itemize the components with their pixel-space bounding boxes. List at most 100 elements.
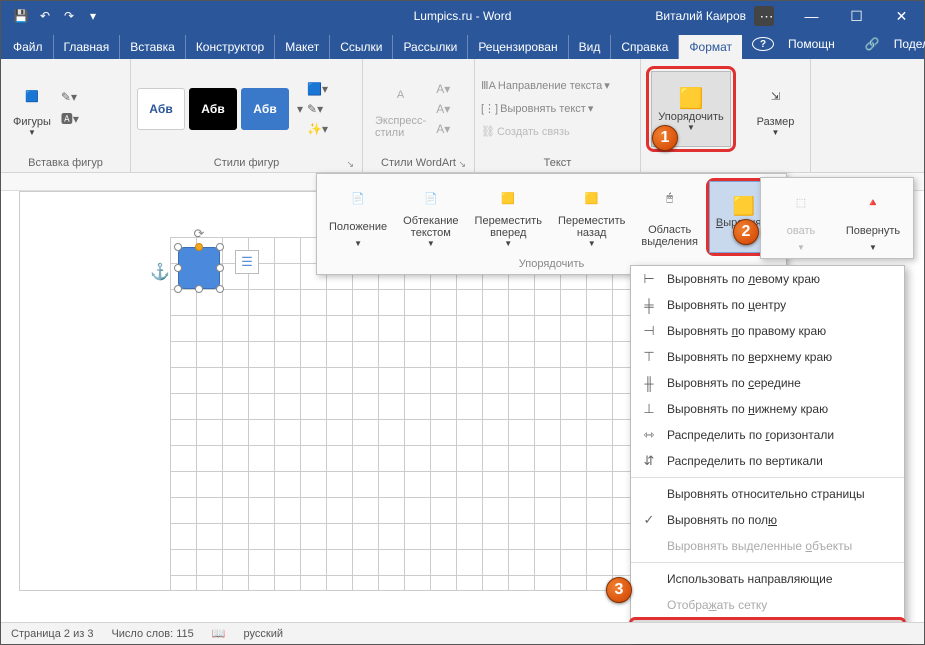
group-text: Текст [481, 154, 634, 172]
ribbon-options-icon[interactable]: ⋯ [744, 1, 789, 31]
proofing-icon[interactable]: 📖 [212, 627, 226, 640]
tab-insert[interactable]: Вставка [120, 35, 186, 59]
size-icon: ⇲ [760, 80, 792, 112]
align-to-page-item[interactable]: Выровнять относительно страницы [631, 481, 904, 507]
wrap-text-button[interactable]: 📄 Обтекание текстом▼ [395, 178, 466, 250]
annotation-badge-2: 2 [733, 219, 759, 245]
group-shape-styles: Стили фигур↘ [137, 154, 356, 172]
resize-handle[interactable] [174, 285, 182, 293]
selection-pane-icon: 🖱 [654, 182, 686, 214]
share-button[interactable]: 🔗 Поделиться [855, 29, 925, 59]
maximize-icon[interactable]: ☐ [834, 1, 879, 31]
text-outline-icon: A▾ [436, 102, 450, 116]
layout-options-icon: ☰ [241, 254, 253, 270]
text-fill-icon: A▾ [436, 82, 450, 96]
dialog-launcher-icon[interactable]: ↘ [458, 159, 466, 170]
resize-handle[interactable] [216, 285, 224, 293]
align-bottom-icon: ⊥ [641, 401, 657, 417]
bring-forward-button[interactable]: 🟨 Переместить вперед▼ [467, 178, 550, 250]
align-top-icon: ⊤ [641, 349, 657, 365]
style-swatch-3[interactable]: Aбв [241, 88, 289, 130]
align-right-item[interactable]: ⊣Выровнять по правому краю [631, 318, 904, 344]
selected-shape[interactable]: ⟳ [178, 247, 220, 289]
anchor-icon[interactable]: ⚓ [150, 262, 170, 282]
wordart-icon: A [385, 79, 417, 111]
align-submenu: ⊢Выровнять по левому краюВыровнять по ле… [630, 265, 905, 642]
resize-handle[interactable] [216, 264, 224, 272]
tab-review[interactable]: Рецензирован [468, 35, 568, 59]
group-insert-shapes: Вставка фигур [7, 154, 124, 172]
text-effects-icon: A▾ [436, 122, 450, 136]
align-left-icon: ⊢ [641, 271, 657, 287]
ribbon-tabs: Файл Главная Вставка Конструктор Макет С… [1, 31, 924, 59]
resize-handle[interactable] [216, 243, 224, 251]
page-indicator[interactable]: Страница 2 из 3 [11, 628, 93, 640]
align-to-margin-item[interactable]: ✓Выровнять по полю [631, 507, 904, 533]
send-backward-button[interactable]: 🟨 Переместить назад▼ [550, 178, 633, 250]
window-controls: ⋯ — ☐ ✕ [744, 1, 924, 31]
group-wordart-styles: Стили WordArt↘ [369, 154, 468, 172]
tell-me[interactable]: ?Помощн [742, 29, 855, 59]
distribute-horizontal-item[interactable]: ⇿Распределить по горизонтали [631, 422, 904, 448]
ribbon: 🟦 Фигуры▼ ✎▾ 🅰▾ Вставка фигур Aбв Aбв Aб… [1, 59, 924, 173]
user-name: Виталий Каиров [655, 9, 746, 23]
shape-adjust-handle[interactable] [195, 243, 203, 251]
style-swatch-1[interactable]: Aбв [137, 88, 185, 130]
tab-file[interactable]: Файл [3, 35, 54, 59]
align-left-item[interactable]: ⊢Выровнять по левому краюВыровнять по ле… [631, 266, 904, 292]
edit-shape-icon[interactable]: ✎▾ [61, 90, 79, 104]
window-title: Lumpics.ru - Word [414, 9, 512, 23]
selection-pane-button[interactable]: 🖱 Область выделения [633, 178, 706, 250]
gallery-more-icon[interactable]: ▾ [297, 102, 303, 116]
tab-mailings[interactable]: Рассылки [393, 35, 468, 59]
show-grid-item[interactable]: Отображать сетку [631, 592, 904, 618]
group-icon: ⬚ [785, 186, 817, 218]
align-bottom-item[interactable]: ⊥Выровнять по нижнему краю [631, 396, 904, 422]
undo-icon[interactable]: ↶ [33, 4, 57, 28]
rotate-handle-icon[interactable]: ⟳ [194, 226, 205, 242]
shape-outline-icon[interactable]: ✎▾ [307, 102, 328, 116]
resize-handle[interactable] [174, 264, 182, 272]
align-text-button[interactable]: [⋮] Выровнять текст ▾ [481, 102, 610, 115]
word-count[interactable]: Число слов: 115 [111, 628, 193, 640]
distribute-vertical-item[interactable]: ⇵Распределить по вертикали [631, 448, 904, 474]
tab-references[interactable]: Ссылки [330, 35, 393, 59]
align-right-icon: ⊣ [641, 323, 657, 339]
shape-effects-icon[interactable]: ✨▾ [307, 122, 328, 136]
align-top-item[interactable]: ⊤Выровнять по верхнему краю [631, 344, 904, 370]
help-icon: ? [752, 37, 774, 51]
style-swatch-2[interactable]: Aбв [189, 88, 237, 130]
text-direction-button[interactable]: ⅢA Направление текста ▾ [481, 79, 610, 92]
use-guides-item[interactable]: Использовать направляющие [631, 566, 904, 592]
save-icon[interactable]: 💾 [9, 4, 33, 28]
align-selected-item: Выровнять выделенные объекты [631, 533, 904, 559]
shapes-button[interactable]: 🟦 Фигуры▼ [7, 69, 57, 149]
tab-format[interactable]: Формат [679, 35, 742, 59]
close-icon[interactable]: ✕ [879, 1, 924, 31]
tab-design[interactable]: Конструктор [186, 35, 275, 59]
rotate-button[interactable]: 🔺 Повернуть▼ [837, 182, 909, 254]
annotation-badge-3: 3 [606, 577, 632, 603]
minimize-icon[interactable]: — [789, 1, 834, 31]
textbox-icon[interactable]: 🅰▾ [61, 110, 79, 127]
dialog-launcher-icon[interactable]: ↘ [346, 159, 354, 170]
titlebar: 💾 ↶ ↷ ▾ Lumpics.ru - Word Виталий Каиров… [1, 1, 924, 31]
size-button[interactable]: ⇲ Размер▼ [751, 69, 801, 149]
resize-handle[interactable] [195, 285, 203, 293]
align-center-item[interactable]: ╪Выровнять по центру [631, 292, 904, 318]
qa-dropdown-icon[interactable]: ▾ [81, 4, 105, 28]
resize-handle[interactable] [174, 243, 182, 251]
shape-fill-icon[interactable]: 🟦▾ [307, 82, 328, 96]
position-button[interactable]: 📄 Положение▼ [321, 178, 395, 250]
redo-icon[interactable]: ↷ [57, 4, 81, 28]
language-indicator[interactable]: русский [244, 628, 283, 640]
arrange-extras: ⬚ овать▼ 🔺 Повернуть▼ [760, 177, 914, 259]
tab-help[interactable]: Справка [611, 35, 679, 59]
tab-layout[interactable]: Макет [275, 35, 330, 59]
forward-icon: 🟨 [492, 182, 524, 214]
align-middle-item[interactable]: ╫Выровнять по середине [631, 370, 904, 396]
separator [631, 477, 904, 478]
tab-view[interactable]: Вид [569, 35, 612, 59]
layout-options-button[interactable]: ☰ [235, 250, 259, 274]
tab-home[interactable]: Главная [54, 35, 121, 59]
